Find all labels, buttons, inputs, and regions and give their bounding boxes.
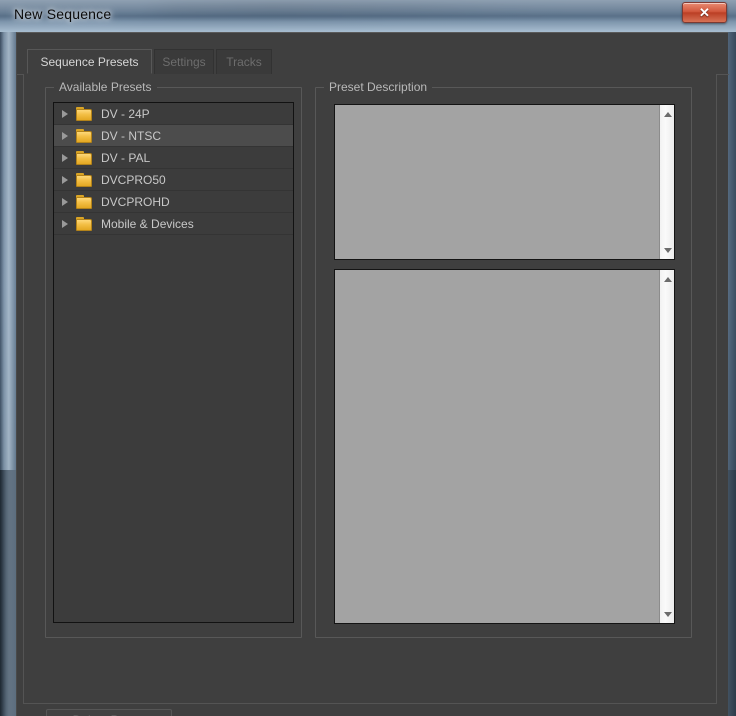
chevron-right-icon[interactable] <box>54 131 76 140</box>
tab-sequence-presets-label: Sequence Presets <box>40 54 139 69</box>
tab-tracks-label: Tracks <box>226 55 262 69</box>
chevron-right-icon[interactable] <box>54 219 76 228</box>
preset-settings-scrollbar[interactable] <box>659 270 674 623</box>
available-presets-title: Available Presets <box>54 80 157 94</box>
preset-label: DV - PAL <box>101 150 151 165</box>
folder-icon <box>76 128 96 143</box>
tab-strip: Sequence Presets Settings Tracks <box>17 49 729 74</box>
preset-tree[interactable]: DV - 24P DV - NTSC DV - PAL DVCPRO50 DVC… <box>53 102 294 623</box>
chevron-right-icon[interactable] <box>54 175 76 184</box>
available-presets-group: Available Presets DV - 24P DV - NTSC DV … <box>45 80 302 638</box>
close-icon: ✕ <box>699 5 710 20</box>
chevron-right-icon[interactable] <box>54 197 76 206</box>
scroll-up-icon[interactable] <box>660 272 675 286</box>
window-frame-left-lower <box>0 470 16 716</box>
folder-icon <box>76 106 96 121</box>
preset-settings-box <box>334 269 675 624</box>
title-bar[interactable]: New Sequence ✕ <box>0 0 736 32</box>
folder-icon <box>76 150 96 165</box>
dialog-body: Sequence Presets Settings Tracks Availab… <box>16 32 729 716</box>
preset-description-scrollbar[interactable] <box>659 105 674 259</box>
list-item[interactable]: DVCPRO50 <box>54 169 293 191</box>
new-sequence-window: New Sequence ✕ Sequence Presets Settings… <box>0 0 736 716</box>
preset-label: DV - NTSC <box>101 128 161 143</box>
preset-description-text[interactable] <box>335 105 659 259</box>
tab-sequence-presets[interactable]: Sequence Presets <box>27 49 152 74</box>
tab-settings[interactable]: Settings <box>154 49 214 74</box>
scroll-down-icon[interactable] <box>660 607 675 621</box>
preset-label: DVCPROHD <box>101 194 170 209</box>
list-item[interactable]: DVCPROHD <box>54 191 293 213</box>
preset-label: Mobile & Devices <box>101 216 194 231</box>
preset-label: DV - 24P <box>101 106 150 121</box>
preset-description-group: Preset Description <box>315 80 692 638</box>
delete-preset-button[interactable]: Delete Preset <box>46 709 172 716</box>
preset-description-box <box>334 104 675 260</box>
screen: New Sequence ✕ Sequence Presets Settings… <box>0 0 736 716</box>
list-item[interactable]: DV - NTSC <box>54 125 293 147</box>
scroll-down-icon[interactable] <box>660 243 675 257</box>
folder-icon <box>76 216 96 231</box>
list-item[interactable]: DV - 24P <box>54 103 293 125</box>
chevron-right-icon[interactable] <box>54 109 76 118</box>
close-button[interactable]: ✕ <box>682 2 727 23</box>
folder-icon <box>76 172 96 187</box>
window-title: New Sequence <box>14 6 112 22</box>
preset-description-title: Preset Description <box>324 80 433 94</box>
folder-icon <box>76 194 96 209</box>
tab-tracks[interactable]: Tracks <box>216 49 272 74</box>
preset-label: DVCPRO50 <box>101 172 166 187</box>
preset-settings-text[interactable] <box>335 270 659 623</box>
content-panel: Available Presets DV - 24P DV - NTSC DV … <box>23 74 717 704</box>
list-item[interactable]: DV - PAL <box>54 147 293 169</box>
scroll-up-icon[interactable] <box>660 107 675 121</box>
tab-settings-label: Settings <box>162 55 206 69</box>
chevron-right-icon[interactable] <box>54 153 76 162</box>
list-item[interactable]: Mobile & Devices <box>54 213 293 235</box>
window-frame-right <box>728 32 736 716</box>
